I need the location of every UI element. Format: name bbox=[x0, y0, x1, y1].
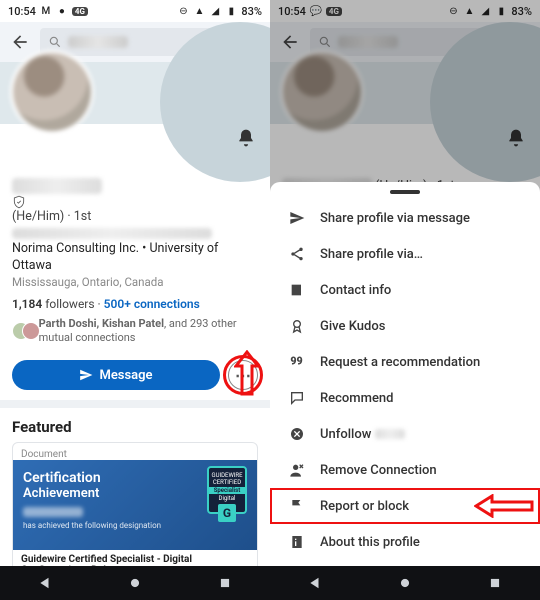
cert-badge: GUIDEWIRE CERTIFIED Specialist Digital G bbox=[207, 466, 247, 514]
search-icon bbox=[48, 35, 62, 49]
nav-recent-icon[interactable] bbox=[488, 576, 502, 590]
card-icon bbox=[288, 281, 306, 299]
badge-icon: 4G bbox=[72, 7, 88, 16]
dnd-icon: ⊖ bbox=[177, 5, 189, 17]
nav-back-icon[interactable] bbox=[308, 576, 322, 590]
followers-count: 1,184 bbox=[12, 297, 42, 311]
sheet-recommend[interactable]: Recommend bbox=[270, 380, 540, 416]
degree-text: 1st bbox=[74, 209, 92, 224]
message-label: Message bbox=[99, 368, 152, 383]
cap-line1: Guidewire Certified Specialist - Digital bbox=[21, 554, 192, 565]
search-text-blur bbox=[68, 36, 128, 48]
company-line: Norima Consulting Inc. • University of O… bbox=[12, 241, 258, 275]
svg-text:99: 99 bbox=[290, 355, 302, 368]
name-blur bbox=[12, 178, 102, 194]
cert-desc: has achieved the following designation bbox=[23, 521, 247, 530]
sheet-share-message[interactable]: Share profile via message bbox=[270, 200, 540, 236]
person-x-icon bbox=[288, 461, 306, 479]
annotation-arrow-up bbox=[234, 350, 260, 396]
battery-icon: ▮ bbox=[225, 5, 237, 17]
connections-link[interactable]: 500+ connections bbox=[104, 297, 200, 311]
verified-shield-icon bbox=[12, 195, 26, 209]
x-circle-icon bbox=[288, 425, 306, 443]
pronoun-text: (He/Him) bbox=[12, 209, 64, 224]
message-button[interactable]: Message bbox=[12, 360, 220, 390]
doc-type-label: Document bbox=[13, 443, 257, 460]
back-button[interactable] bbox=[8, 30, 32, 54]
featured-heading: Featured bbox=[12, 418, 258, 436]
location-line: Mississauga, Ontario, Canada bbox=[12, 275, 258, 291]
sheet-give-kudos[interactable]: Give Kudos bbox=[270, 308, 540, 344]
notify-bell-button[interactable] bbox=[236, 128, 256, 148]
nav-home-icon[interactable] bbox=[128, 576, 142, 590]
sheet-unfollow[interactable]: Unfollow bbox=[270, 416, 540, 452]
headline-blur bbox=[12, 228, 212, 239]
android-navbar bbox=[270, 566, 540, 600]
sheet-share-via[interactable]: Share profile via… bbox=[270, 236, 540, 272]
nav-home-icon[interactable] bbox=[398, 576, 412, 590]
followers-label: followers bbox=[45, 297, 94, 311]
signal-icon: ◢ bbox=[209, 5, 221, 17]
sheet-handle[interactable] bbox=[390, 190, 420, 194]
flag-icon bbox=[288, 497, 306, 515]
action-sheet: Share profile via message Share profile … bbox=[270, 182, 540, 566]
send-icon bbox=[79, 368, 93, 382]
battery-pct: 83% bbox=[241, 5, 262, 18]
avatar[interactable] bbox=[10, 50, 94, 134]
ribbon-icon bbox=[288, 317, 306, 335]
nav-back-icon[interactable] bbox=[38, 576, 52, 590]
nav-recent-icon[interactable] bbox=[218, 576, 232, 590]
mutual-names: Parth Doshi, Kishan Patel bbox=[39, 317, 164, 330]
status-bar: 10:54 M ● 4G ⊖ ▲ ◢ ▮ 83% bbox=[0, 0, 270, 22]
quotes-icon: 99 bbox=[288, 353, 306, 371]
annotation-arrow-left bbox=[474, 494, 534, 518]
wifi-icon: ▲ bbox=[193, 5, 205, 17]
sheet-about-profile[interactable]: About this profile bbox=[270, 524, 540, 560]
gmail-icon: M bbox=[40, 5, 52, 17]
sheet-report-block[interactable]: Report or block bbox=[270, 488, 540, 524]
status-time: 10:54 bbox=[8, 5, 36, 18]
sheet-contact-info[interactable]: Contact info bbox=[270, 272, 540, 308]
mutual-connections[interactable]: Parth Doshi, Kishan Patel, and 293 other… bbox=[12, 317, 258, 347]
info-icon bbox=[288, 533, 306, 551]
send-icon bbox=[288, 209, 306, 227]
chat-icon bbox=[288, 389, 306, 407]
share-icon bbox=[288, 245, 306, 263]
android-navbar bbox=[0, 566, 270, 600]
doc-preview: Certification Achievement has achieved t… bbox=[13, 460, 257, 550]
mutual-faces bbox=[12, 322, 33, 340]
sheet-remove-connection[interactable]: Remove Connection bbox=[270, 452, 540, 488]
sheet-request-recommendation[interactable]: 99Request a recommendation bbox=[270, 344, 540, 380]
notif-icon: ● bbox=[56, 5, 68, 17]
